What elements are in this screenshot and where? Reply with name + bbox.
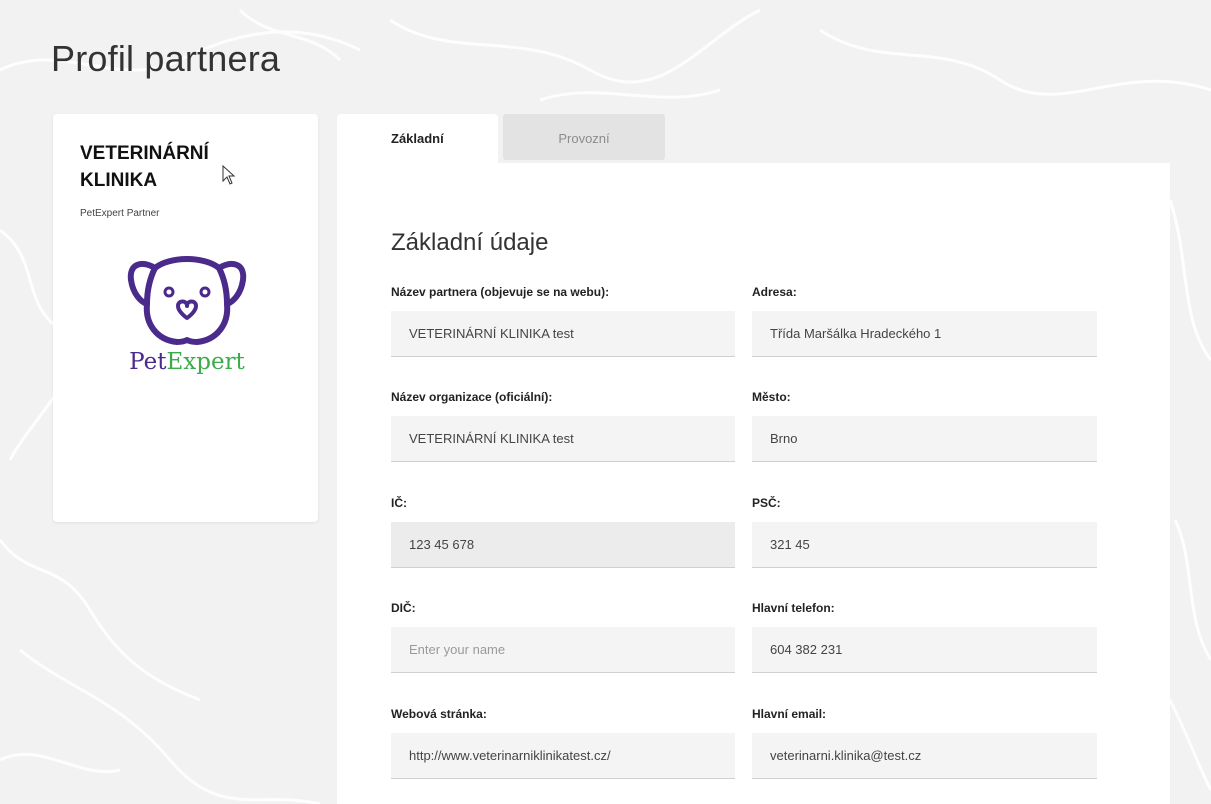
website-label: Webová stránka: <box>391 707 487 721</box>
logo-text-expert: Expert <box>166 349 245 375</box>
address-input[interactable] <box>752 311 1097 357</box>
tab-zakladni[interactable]: Základní <box>337 114 498 164</box>
psc-input[interactable] <box>752 522 1097 568</box>
website-input[interactable] <box>391 733 735 779</box>
ic-input[interactable] <box>391 522 735 568</box>
partner-subtitle: PetExpert Partner <box>80 208 160 219</box>
partner-name-label: Název partnera (objevuje se na webu): <box>391 285 610 299</box>
section-title: Základní údaje <box>391 229 549 256</box>
email-input[interactable] <box>752 733 1097 779</box>
logo-text-pet: Pet <box>129 349 167 375</box>
city-input[interactable] <box>752 416 1097 462</box>
partner-name: VETERINÁRNÍ KLINIKA <box>80 143 209 191</box>
basic-info-panel: Základní údaje Název partnera (objevuje … <box>337 163 1170 804</box>
petexpert-wordmark: PetExpert <box>125 348 249 376</box>
tab-provozni[interactable]: Provozní <box>503 114 665 160</box>
dic-label: DIČ: <box>391 601 416 615</box>
org-name-label: Název organizace (oficiální): <box>391 390 553 404</box>
partner-profile-card: VETERINÁRNÍ KLINIKA PetExpert Partner Pe… <box>53 114 318 522</box>
page-title: Profil partnera <box>51 38 281 79</box>
city-label: Město: <box>752 390 791 404</box>
petexpert-logo: PetExpert <box>125 246 249 378</box>
phone-label: Hlavní telefon: <box>752 601 835 615</box>
phone-input[interactable] <box>752 627 1097 673</box>
psc-label: PSČ: <box>752 496 781 510</box>
address-label: Adresa: <box>752 285 797 299</box>
email-label: Hlavní email: <box>752 707 827 721</box>
mouse-cursor-icon <box>222 165 236 185</box>
partner-name-input[interactable] <box>391 311 735 357</box>
ic-label: IČ: <box>391 496 407 510</box>
org-name-input[interactable] <box>391 416 735 462</box>
dic-input[interactable] <box>391 627 735 673</box>
dog-face-icon <box>127 256 247 345</box>
